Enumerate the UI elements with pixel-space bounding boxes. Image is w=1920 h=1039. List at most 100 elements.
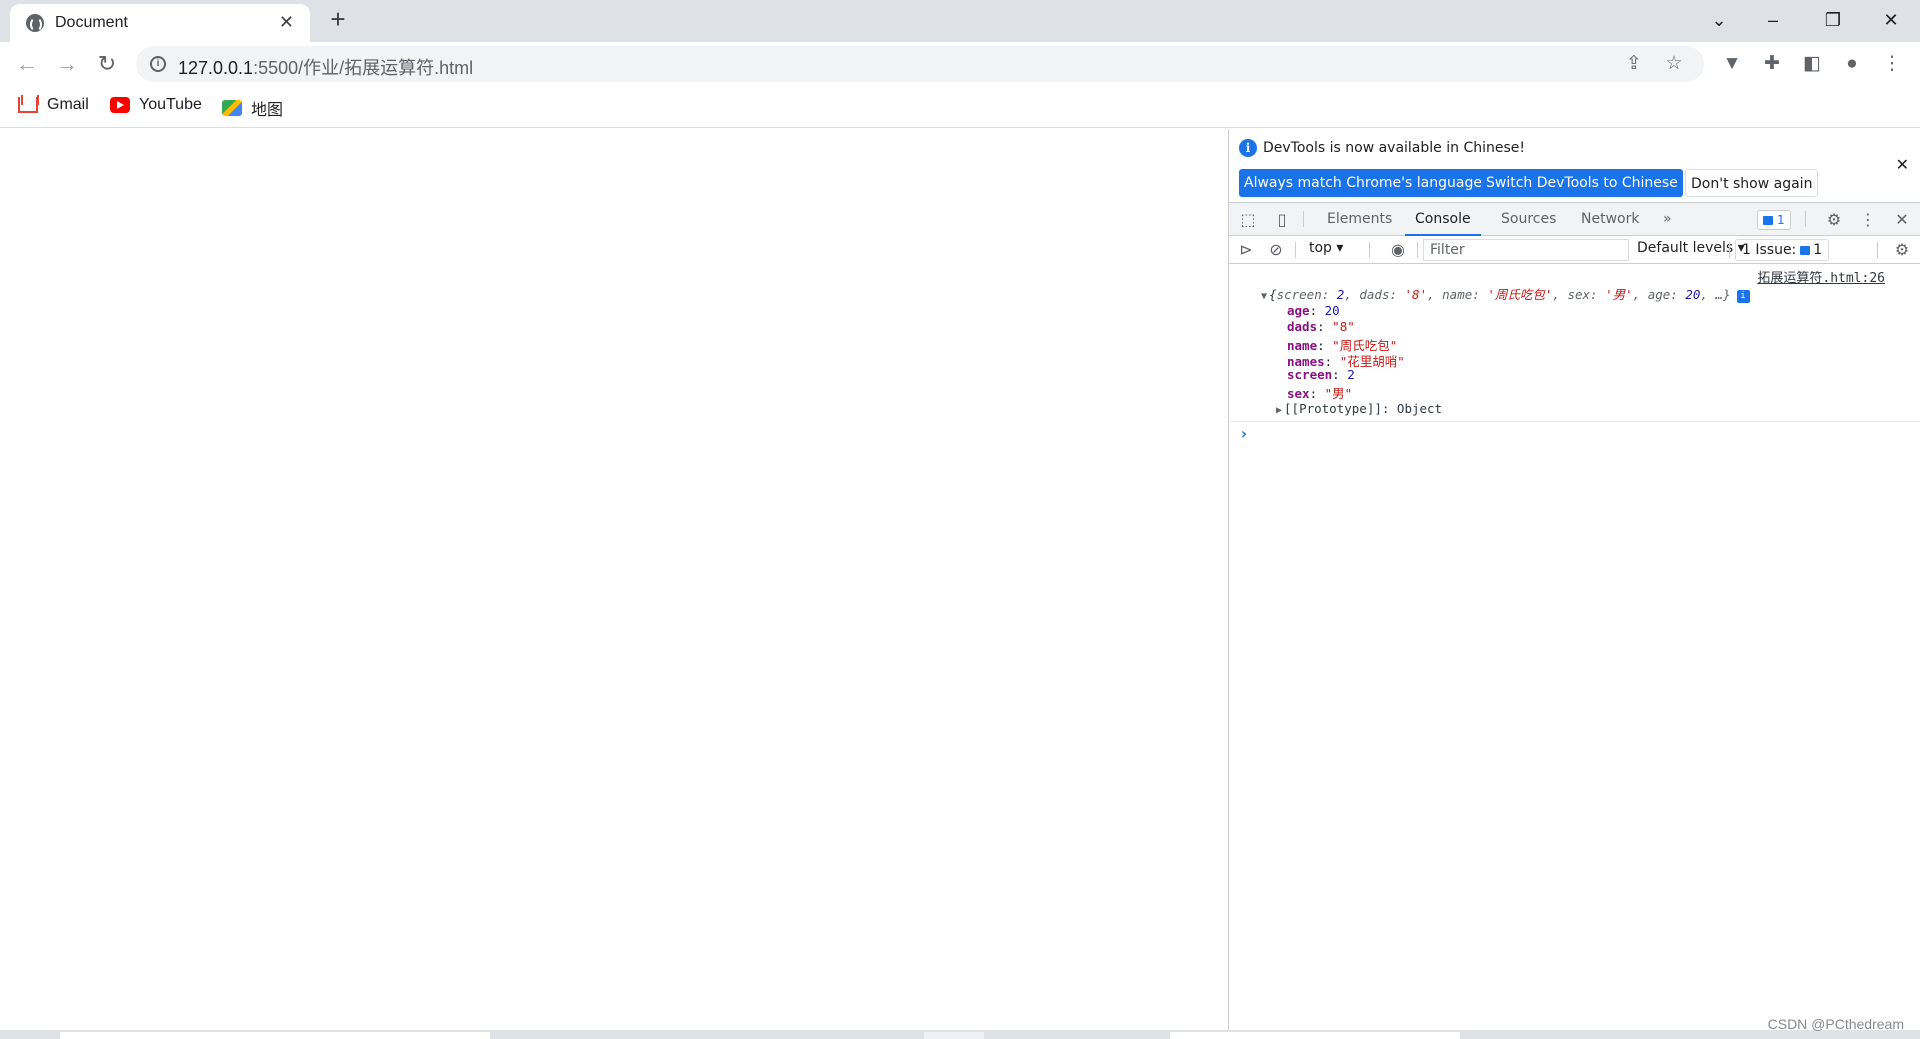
tab-sources[interactable]: Sources [1491, 203, 1566, 236]
maps-icon [222, 100, 242, 116]
more-tabs-icon[interactable]: » [1653, 203, 1682, 236]
console-settings-gear-icon[interactable]: ⚙ [1891, 239, 1913, 261]
chrome-menu-icon[interactable]: ⋮ [1878, 50, 1906, 78]
info-icon: i [1239, 139, 1257, 157]
issues-counter[interactable]: 1 Issue: 1 [1735, 239, 1830, 261]
inspect-element-icon[interactable]: ⬚ [1237, 209, 1259, 231]
device-toolbar-icon[interactable]: ▯ [1271, 209, 1293, 231]
gmail-icon [18, 97, 38, 113]
close-devtools-icon[interactable]: ✕ [1891, 209, 1913, 231]
expand-triangle-icon[interactable]: ▼ [1261, 291, 1267, 302]
title-bar: Document ✕ + ⌄ – ❐ ✕ [0, 0, 1920, 42]
object-summary[interactable]: ▼ {screen: 2, dads: '8', name: '周氏吃包', se… [1261, 284, 1750, 303]
window-close-button[interactable]: ✕ [1868, 6, 1914, 34]
value-info-icon[interactable]: i [1736, 290, 1750, 303]
taskbar-item[interactable] [924, 1032, 984, 1039]
colon: : [1317, 319, 1333, 334]
summary-value: '8' [1404, 287, 1428, 302]
property-key: screen [1287, 367, 1333, 382]
infobar-close-icon[interactable]: ✕ [1896, 155, 1909, 174]
minimize-button[interactable]: – [1750, 6, 1796, 34]
share-icon[interactable]: ⇪ [1620, 50, 1648, 78]
live-expression-eye-icon[interactable]: ◉ [1387, 239, 1409, 261]
brace: { [1269, 287, 1277, 302]
reload-button[interactable]: ↻ [92, 50, 122, 78]
issues-label: 1 Issue: [1742, 242, 1797, 258]
property-key: age [1287, 303, 1310, 318]
dont-show-again-button[interactable]: Don't show again [1685, 169, 1819, 197]
url-host: 127.0.0.1 [178, 58, 254, 78]
more-options-icon[interactable]: ⋮ [1857, 209, 1879, 231]
tab-search-icon[interactable]: ⌄ [1696, 6, 1742, 34]
divider [1417, 242, 1418, 258]
tab-title: Document [55, 14, 128, 31]
brace: , …} [1700, 287, 1731, 302]
property-key: sex [1287, 386, 1310, 401]
devtools-panel: i DevTools is now available in Chinese! … [1228, 129, 1920, 1030]
back-button[interactable]: ← [12, 50, 42, 78]
switch-chinese-button[interactable]: Switch DevTools to Chinese [1481, 169, 1683, 197]
bookmark-gmail[interactable]: Gmail [18, 96, 89, 114]
collapse-triangle-icon[interactable]: ▶ [1276, 405, 1282, 416]
taskbar-item[interactable] [60, 1032, 490, 1039]
profile-avatar-icon[interactable]: ● [1838, 50, 1866, 78]
restore-button[interactable]: ❐ [1810, 6, 1856, 34]
devtools-tab-bar: ⬚ ▯ Elements Console Sources Network » 1… [1229, 203, 1920, 236]
messages-count: 1 [1777, 213, 1785, 227]
issues-count: 1 [1813, 242, 1823, 258]
bookmark-youtube[interactable]: YouTube [110, 96, 202, 114]
match-language-button[interactable]: Always match Chrome's language [1239, 169, 1487, 197]
summary-value: '周氏吃包' [1487, 287, 1553, 302]
console-prompt[interactable]: › [1239, 424, 1249, 443]
divider [1729, 242, 1730, 258]
bookmark-star-icon[interactable]: ☆ [1660, 50, 1688, 78]
console-toolbar: ⊳ ⊘ top ▾ ◉ Filter Default levels ▾ 1 Is… [1229, 236, 1920, 264]
property-row[interactable]: sex: "男" [1287, 383, 1352, 402]
divider [1805, 211, 1806, 227]
property-row[interactable]: screen: 2 [1287, 367, 1355, 382]
property-row[interactable]: age: 20 [1287, 303, 1340, 318]
summary-key: , name: [1427, 287, 1488, 302]
summary-key: , age: [1632, 287, 1686, 302]
divider [1295, 242, 1296, 258]
colon: : [1332, 367, 1348, 382]
divider [1877, 242, 1878, 258]
clear-console-icon[interactable]: ⊘ [1265, 239, 1287, 261]
forward-button[interactable]: → [52, 50, 82, 78]
property-value: 2 [1347, 367, 1355, 382]
divider [1229, 421, 1920, 422]
url-text[interactable]: 127.0.0.1:5500/作业/拓展运算符.html [178, 54, 473, 80]
tab-elements[interactable]: Elements [1317, 203, 1402, 236]
tab-close-icon[interactable]: ✕ [279, 12, 294, 33]
prototype-label: [[Prototype]]: Object [1284, 401, 1443, 416]
colon: : [1309, 386, 1325, 401]
context-selector[interactable]: top ▾ [1309, 240, 1343, 256]
address-bar[interactable]: i 127.0.0.1:5500/作业/拓展运算符.html ⇪ ☆ [136, 46, 1704, 82]
browser-tab[interactable]: Document ✕ [10, 4, 310, 42]
page-viewport[interactable] [0, 129, 1228, 1030]
vpn-extension-icon[interactable]: ▼ [1718, 50, 1746, 78]
context-value: top [1309, 240, 1332, 256]
url-path: :5500/作业/拓展运算符.html [253, 58, 474, 78]
tab-console[interactable]: Console [1405, 203, 1481, 236]
tab-network[interactable]: Network [1571, 203, 1649, 236]
new-tab-button[interactable]: + [324, 6, 352, 34]
message-icon [1763, 216, 1773, 225]
property-row[interactable]: dads: "8" [1287, 319, 1355, 334]
sidebar-toggle-icon[interactable]: ⊳ [1235, 239, 1257, 261]
messages-badge[interactable]: 1 [1757, 210, 1791, 230]
prototype-row[interactable]: ▶ [[Prototype]]: Object [1276, 401, 1442, 416]
bookmark-label: 地图 [251, 102, 284, 119]
filter-input[interactable]: Filter [1423, 239, 1629, 261]
extensions-puzzle-icon[interactable]: ✚ [1758, 50, 1786, 78]
site-info-icon[interactable]: i [150, 56, 166, 72]
settings-gear-icon[interactable]: ⚙ [1823, 209, 1845, 231]
summary-key: , sex: [1552, 287, 1606, 302]
side-panel-icon[interactable]: ◧ [1798, 50, 1826, 78]
watermark: CSDN @PCthedream [1767, 1016, 1904, 1032]
divider [1369, 242, 1370, 258]
source-link[interactable]: 拓展运算符.html:26 [1757, 267, 1885, 286]
taskbar-item[interactable] [1170, 1032, 1460, 1039]
summary-value: 20 [1685, 287, 1701, 302]
bookmark-maps[interactable]: 地图 [222, 96, 283, 120]
